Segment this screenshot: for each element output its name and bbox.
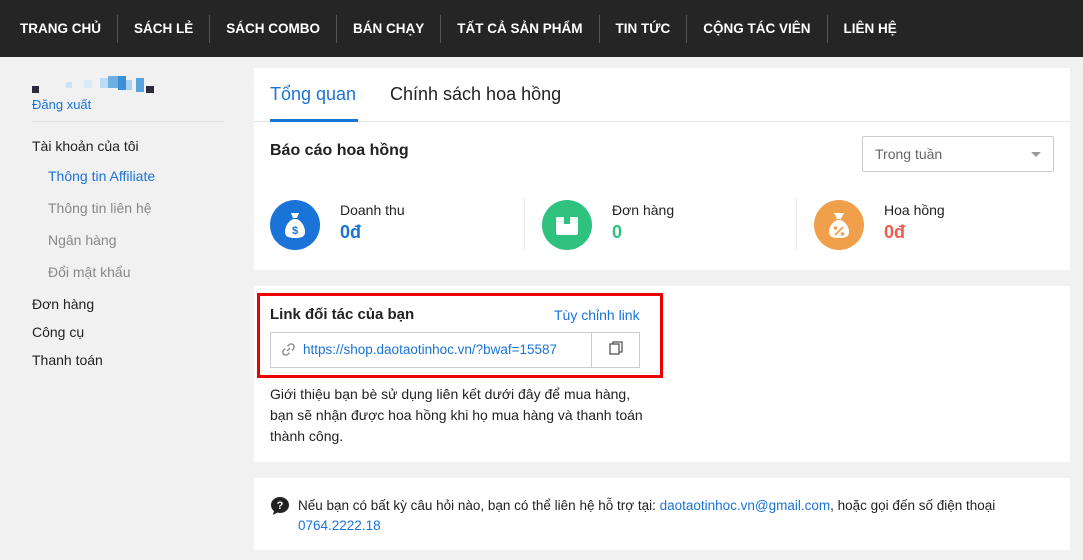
top-navigation: TRANG CHỦ SÁCH LẺ SÁCH COMBO BÁN CHẠY TẤ… <box>0 0 1083 57</box>
sidebar-item-my-account[interactable]: Tài khoản của tôi <box>32 138 224 168</box>
period-select[interactable]: Trong tuần <box>862 136 1054 172</box>
sidebar-item-affiliate-info[interactable]: Thông tin Affiliate <box>48 168 224 200</box>
nav-single-books[interactable]: SÁCH LẺ <box>118 0 209 57</box>
nav-news[interactable]: TIN TỨC <box>600 0 687 57</box>
contact-text-middle: , hoặc gọi đến số điện thoại <box>830 498 996 513</box>
active-tab-indicator <box>270 119 358 122</box>
overview-card: Tổng quan Chính sách hoa hồng Báo cáo ho… <box>254 68 1070 270</box>
box-icon <box>542 200 592 250</box>
contact-text-before: Nếu bạn có bất kỳ câu hỏi nào, bạn có th… <box>298 498 660 513</box>
tab-commission-policy[interactable]: Chính sách hoa hồng <box>390 84 561 105</box>
tab-overview[interactable]: Tổng quan <box>270 84 356 105</box>
redacted-username <box>32 74 172 96</box>
stat-revenue-label: Doanh thu <box>340 202 405 218</box>
stat-commission-value: 0đ <box>884 222 906 242</box>
highlight-box <box>257 293 663 378</box>
support-contact-text: Nếu bạn có bất kỳ câu hỏi nào, bạn có th… <box>298 496 1038 536</box>
nav-best-sellers[interactable]: BÁN CHẠY <box>337 0 440 57</box>
sidebar-item-orders[interactable]: Đơn hàng <box>32 296 224 324</box>
tab-bar: Tổng quan Chính sách hoa hồng <box>254 68 1070 122</box>
account-sidebar: Đăng xuất Tài khoản của tôi Thông tin Af… <box>32 74 224 380</box>
nav-affiliates[interactable]: CỘNG TÁC VIÊN <box>687 0 826 57</box>
chevron-down-icon <box>1031 152 1041 157</box>
svg-text:$: $ <box>292 225 298 237</box>
period-select-value: Trong tuần <box>875 146 943 162</box>
nav-contact[interactable]: LIÊN HỆ <box>828 0 913 57</box>
stat-commission-label: Hoa hồng <box>884 202 945 218</box>
support-contact-card: ? Nếu bạn có bất kỳ câu hỏi nào, bạn có … <box>254 478 1070 550</box>
stat-divider <box>524 198 525 250</box>
logout-link[interactable]: Đăng xuất <box>32 97 224 112</box>
svg-text:?: ? <box>277 500 284 512</box>
nav-home[interactable]: TRANG CHỦ <box>4 0 117 57</box>
sidebar-item-bank[interactable]: Ngân hàng <box>48 232 224 264</box>
support-email-link[interactable]: daotaotinhoc.vn@gmail.com <box>660 498 831 513</box>
percent-bag-icon <box>814 200 864 250</box>
sidebar-item-change-password[interactable]: Đổi mật khẩu <box>48 264 224 296</box>
stat-orders-value: 0 <box>612 222 623 242</box>
sidebar-item-payment[interactable]: Thanh toán <box>32 352 224 380</box>
sidebar-item-contact-info[interactable]: Thông tin liên hệ <box>48 200 224 232</box>
partner-link-description: Giới thiệu bạn bè sử dụng liên kết dưới … <box>270 386 643 444</box>
stat-revenue-value: 0đ <box>340 222 362 242</box>
help-chat-icon: ? <box>270 496 290 521</box>
stat-orders-label: Đơn hàng <box>612 202 675 218</box>
report-title: Báo cáo hoa hồng <box>270 142 409 159</box>
nav-all-products[interactable]: TẤT CẢ SẢN PHẨM <box>441 0 598 57</box>
support-phone-link[interactable]: 0764.2222.18 <box>298 518 381 533</box>
sidebar-divider <box>32 121 224 122</box>
stat-divider <box>796 198 797 250</box>
nav-book-combo[interactable]: SÁCH COMBO <box>210 0 336 57</box>
sidebar-item-tools[interactable]: Công cụ <box>32 324 224 352</box>
money-bag-icon: $ <box>270 200 320 250</box>
